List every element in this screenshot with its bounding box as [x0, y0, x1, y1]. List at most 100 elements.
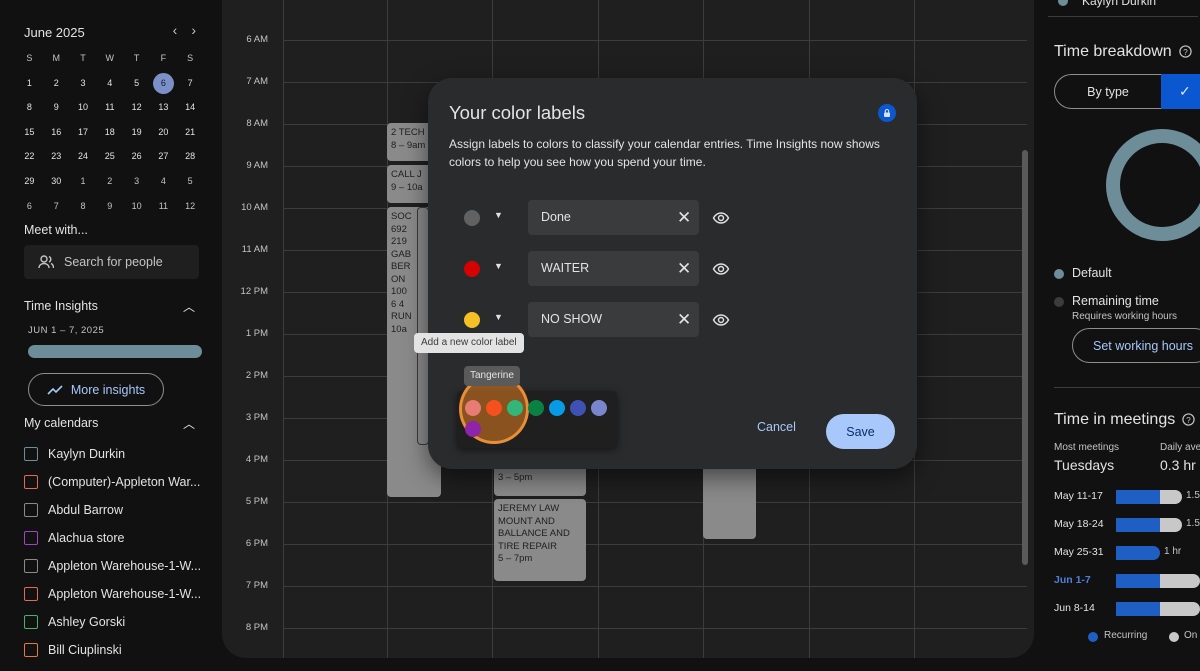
day-cell[interactable]: 27 [150, 146, 177, 167]
day-cell[interactable]: 1 [70, 171, 97, 192]
day-cell[interactable]: 19 [123, 122, 150, 143]
calendar-checkbox[interactable] [24, 447, 38, 461]
day-cell[interactable]: 12 [123, 97, 150, 118]
day-cell[interactable]: 7 [43, 196, 70, 217]
event-block[interactable]: JEREMY LAW MOUNT AND BALLANCE AND TIRE R… [494, 499, 586, 581]
day-cell[interactable]: 4 [150, 171, 177, 192]
day-cell[interactable]: 11 [96, 97, 123, 118]
set-working-hours-button[interactable]: Set working hours [1072, 328, 1200, 363]
calendar-checkbox[interactable] [24, 643, 38, 657]
palette-swatch[interactable] [591, 400, 607, 416]
day-cell[interactable]: 17 [70, 122, 97, 143]
calendar-list-item[interactable]: Bill Ciuplinski [24, 640, 122, 660]
day-cell[interactable]: 15 [16, 122, 43, 143]
one-off-legend-label: On [1184, 630, 1198, 641]
caret-down-icon[interactable]: ▼ [494, 261, 503, 271]
label-color-swatch[interactable] [464, 261, 480, 277]
day-cell[interactable]: 21 [177, 122, 204, 143]
day-cell[interactable]: 5 [123, 73, 150, 94]
day-cell[interactable]: 20 [150, 122, 177, 143]
day-cell[interactable]: 29 [16, 171, 43, 192]
day-cell[interactable]: 16 [43, 122, 70, 143]
collapse-calendars-icon[interactable]: ︿ [183, 415, 195, 432]
collapse-insights-icon[interactable]: ︿ [183, 298, 195, 315]
day-cell[interactable]: 10 [70, 97, 97, 118]
palette-swatch[interactable] [465, 421, 481, 437]
day-cell[interactable]: 22 [16, 146, 43, 167]
more-insights-button[interactable]: More insights [28, 373, 164, 406]
caret-down-icon[interactable]: ▼ [494, 312, 503, 322]
by-type-button[interactable]: By type [1055, 85, 1161, 99]
calendar-checkbox[interactable] [24, 615, 38, 629]
day-cell[interactable]: 9 [96, 196, 123, 217]
calendar-list-item[interactable]: Alachua store [24, 528, 124, 548]
palette-swatch[interactable] [549, 400, 565, 416]
calendar-list-item[interactable]: Kaylyn Durkin [24, 444, 125, 464]
calendar-list-item[interactable]: (Computer)-Appleton War... [24, 472, 200, 492]
day-cell[interactable]: 5 [177, 171, 204, 192]
people-icon [38, 255, 54, 269]
day-cell[interactable]: 6 [16, 196, 43, 217]
clear-icon[interactable]: ✕ [677, 200, 691, 235]
calendar-checkbox[interactable] [24, 531, 38, 545]
help-icon[interactable]: ? [1182, 413, 1195, 426]
calendar-list-item[interactable]: Appleton Warehouse-1-W... [24, 556, 201, 576]
calendar-checkbox[interactable] [24, 475, 38, 489]
visibility-eye-icon[interactable] [712, 311, 730, 329]
cancel-button[interactable]: Cancel [757, 420, 796, 434]
day-cell[interactable]: 4 [96, 73, 123, 94]
trending-icon [47, 384, 63, 395]
day-cell[interactable]: 25 [96, 146, 123, 167]
day-cell[interactable]: 9 [43, 97, 70, 118]
save-button[interactable]: Save [826, 414, 895, 449]
caret-down-icon[interactable]: ▼ [494, 210, 503, 220]
label-color-swatch[interactable] [464, 210, 480, 226]
calendar-list-item[interactable]: Ashley Gorski [24, 612, 125, 632]
day-cell[interactable]: 11 [150, 196, 177, 217]
chevron-right-icon[interactable]: › [191, 22, 196, 38]
day-cell[interactable]: 3 [123, 171, 150, 192]
calendar-list-item[interactable]: Abdul Barrow [24, 500, 123, 520]
label-name-field[interactable]: NO SHOW [528, 302, 699, 337]
day-cell[interactable]: 8 [16, 97, 43, 118]
day-cell[interactable]: 10 [123, 196, 150, 217]
day-cell[interactable]: 1 [16, 73, 43, 94]
day-cell[interactable]: 7 [177, 73, 204, 94]
palette-swatch[interactable] [486, 400, 502, 416]
day-cell[interactable]: 28 [177, 146, 204, 167]
calendar-checkbox[interactable] [24, 503, 38, 517]
clear-icon[interactable]: ✕ [677, 251, 691, 286]
day-cell[interactable]: 2 [43, 73, 70, 94]
search-people-input[interactable]: Search for people [24, 245, 199, 279]
default-legend-dot [1054, 269, 1064, 279]
label-color-swatch[interactable] [464, 312, 480, 328]
label-name-field[interactable]: Done [528, 200, 699, 235]
day-cell[interactable]: 2 [96, 171, 123, 192]
visibility-eye-icon[interactable] [712, 260, 730, 278]
palette-swatch[interactable] [465, 400, 481, 416]
day-cell[interactable]: 3 [70, 73, 97, 94]
palette-swatch[interactable] [528, 400, 544, 416]
day-cell[interactable]: 26 [123, 146, 150, 167]
palette-swatch[interactable] [507, 400, 523, 416]
calendar-list-item[interactable]: Appleton Warehouse-1-W... [24, 584, 201, 604]
day-cell[interactable]: 23 [43, 146, 70, 167]
day-cell[interactable]: 14 [177, 97, 204, 118]
check-icon[interactable]: ✓ [1161, 74, 1200, 109]
day-cell[interactable]: 18 [96, 122, 123, 143]
day-cell[interactable]: 30 [43, 171, 70, 192]
day-cell[interactable]: 8 [70, 196, 97, 217]
day-cell[interactable]: 12 [177, 196, 204, 217]
day-cell[interactable]: 6 [152, 72, 174, 94]
help-icon[interactable]: ? [1179, 45, 1192, 58]
calendar-checkbox[interactable] [24, 587, 38, 601]
chevron-left-icon[interactable]: ‹ [173, 22, 178, 38]
day-cell[interactable]: 24 [70, 146, 97, 167]
calendar-checkbox[interactable] [24, 559, 38, 573]
clear-icon[interactable]: ✕ [677, 302, 691, 337]
palette-swatch[interactable] [570, 400, 586, 416]
visibility-eye-icon[interactable] [712, 209, 730, 227]
calendar-scrollbar[interactable] [1022, 150, 1028, 565]
day-cell[interactable]: 13 [150, 97, 177, 118]
label-name-field[interactable]: WAITER [528, 251, 699, 286]
